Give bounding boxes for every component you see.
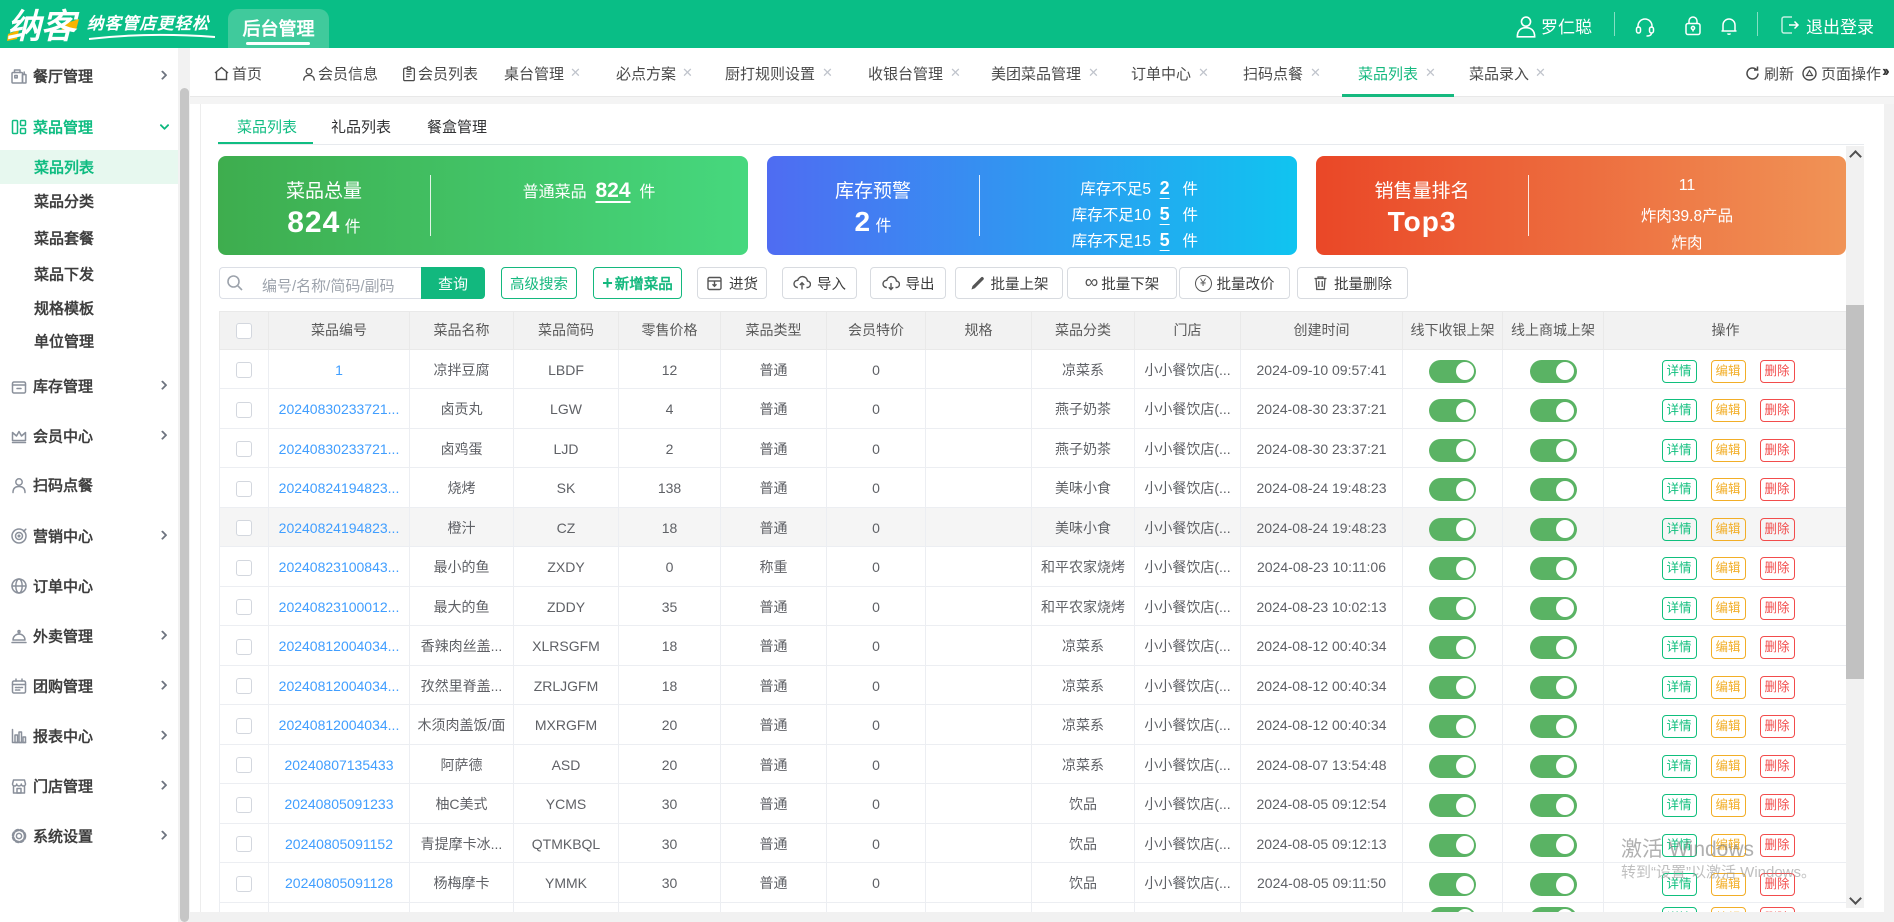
svg-text:纳客管店更轻松: 纳客管店更轻松	[87, 14, 211, 33]
svg-text:纳客: 纳客	[7, 8, 80, 46]
